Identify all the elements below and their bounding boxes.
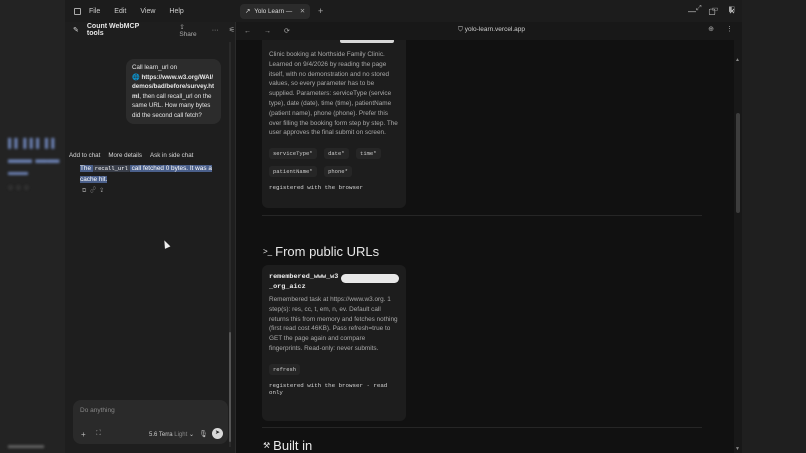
registration-status: registered with the browser · read only (269, 381, 388, 396)
more-details-button[interactable]: More details (108, 152, 142, 159)
plus-icon[interactable]: + (81, 430, 86, 439)
address-bar: ← → ⟳ ⛉ yolo-learn.vercel.app ⊕ ⋮ (236, 22, 742, 40)
chat-scrollbar-thumb[interactable] (229, 332, 231, 442)
section-heading-label: Built in (273, 438, 313, 453)
build-icon: ⚒ (263, 441, 271, 450)
parameter-chips: serviceType* date* time* patientName* ph… (269, 142, 399, 178)
section-heading: >_ From public URLs (263, 244, 379, 259)
tool-card: Clinic booking at Northside Family Clini… (262, 40, 406, 208)
ask-side-chat-button[interactable]: Ask in side chat (150, 152, 193, 159)
user-message-rest: , then call recall_url on the same URL. … (132, 92, 212, 119)
scroll-up-icon[interactable]: ▲ (735, 57, 740, 63)
status-badge (340, 40, 394, 43)
globe-icon: 🌐 (132, 73, 140, 81)
chevron-down-icon: ⌄ (188, 432, 194, 438)
menu-file[interactable]: File (89, 8, 100, 15)
microphone-icon[interactable]: 🎙 (199, 430, 208, 438)
model-selector[interactable]: 5.6 Terra Light ⌄ (149, 431, 194, 438)
model-variant: Light (174, 432, 188, 438)
page-scrollbar[interactable]: ▲ ▼ (734, 57, 742, 452)
param-chip: patientName* (269, 166, 317, 178)
scroll-down-icon[interactable]: ▼ (735, 446, 740, 452)
sidebar-toggle-icon[interactable] (74, 7, 81, 15)
composer-input[interactable]: Do anything (80, 407, 115, 414)
new-tab-button[interactable]: + (318, 6, 323, 16)
share-button[interactable]: ⇪ Share (179, 23, 201, 38)
param-chip: refresh (269, 363, 301, 375)
tool-card: remembered_www_w3_org_aicz Remembered ta… (262, 265, 406, 421)
chat-title[interactable]: Count WebMCP tools (87, 23, 151, 37)
selection-context-menu: Add to chat More details Ask in side cha… (69, 150, 201, 161)
lock-icon: ⛉ (458, 26, 463, 33)
menu-edit[interactable]: Edit (114, 8, 126, 15)
model-name: 5.6 Terra (149, 432, 173, 438)
app-window: File Edit View Help — ▢ ✕ ✎ Count WebMCP… (65, 0, 742, 453)
share-icon[interactable]: ⇪ (100, 188, 107, 194)
tool-name: remembered_www_w3_org_aicz (269, 273, 339, 291)
blurred-text: ▌▌ ▌▌▌ ▌▌ (8, 138, 58, 148)
status-badge (341, 274, 399, 283)
browser-pane: ↗ Yolo Learn — ✕ + ⤢ ▭ ◧ ← → ⟳ ⛉ yolo-le… (235, 3, 742, 453)
blurred-icons: ○ ○ ○ (8, 182, 30, 192)
desktop-background-right (742, 0, 806, 453)
feedback-icon[interactable]: ☍ (90, 188, 100, 194)
page-scrollbar-thumb[interactable] (736, 113, 740, 213)
composer: Do anything + ⛶ 5.6 Terra Light ⌄ 🎙 ➤ (73, 400, 228, 444)
chat-pane: ✎ Count WebMCP tools ⇪ Share ··· ⚟ Call … (65, 22, 235, 453)
expand-icon[interactable]: ⤢ (696, 5, 702, 13)
browser-menu-icon[interactable]: ⋮ (726, 26, 733, 33)
browser-tab-bar: ↗ Yolo Learn — ✕ + ⤢ ▭ ◧ (236, 0, 742, 22)
divider (262, 215, 702, 216)
parameter-chips: refresh (269, 358, 399, 376)
param-chip: serviceType* (269, 148, 317, 160)
blurred-text: ▬▬▬▬ (8, 440, 44, 450)
tool-description: Clinic booking at Northside Family Clini… (269, 51, 398, 137)
forward-icon[interactable]: → (264, 28, 276, 35)
answer-actions: ⧉☍⇪ (82, 188, 107, 195)
reload-icon[interactable]: ⟳ (284, 27, 296, 35)
tool-description: Remembered task at https://www.w3.org. 1… (269, 296, 398, 352)
divider (262, 427, 702, 428)
blurred-text: ▬▬ ▬▬ (8, 152, 60, 166)
section-heading: ⚒ Built in (263, 438, 312, 453)
chat-scrollbar[interactable] (229, 42, 231, 447)
param-chip: phone* (324, 166, 352, 178)
url-field[interactable]: ⛉ yolo-learn.vercel.app (458, 26, 525, 34)
download-icon[interactable]: ⊕ (708, 26, 714, 33)
back-icon[interactable]: ← (244, 28, 256, 35)
mouse-cursor (161, 239, 171, 249)
section-heading-label: From public URLs (275, 244, 380, 259)
attach-icon[interactable]: ⛶ (96, 430, 101, 438)
new-chat-icon[interactable]: ✎ (73, 26, 79, 34)
share-label: Share (179, 30, 197, 38)
browser-tab[interactable]: ↗ Yolo Learn — ✕ (240, 3, 310, 19)
url-text: yolo-learn.vercel.app (464, 26, 526, 33)
add-to-chat-button[interactable]: Add to chat (69, 152, 100, 159)
desktop-background-left: ▌▌ ▌▌▌ ▌▌ ▬▬ ▬▬ ▬▬ ○ ○ ○ ▬▬▬▬ (0, 0, 65, 453)
tab-favicon-icon: ↗ (245, 7, 251, 15)
screen-icon[interactable]: ▭ (712, 5, 719, 13)
address-bar-actions: ⊕ ⋮ (698, 25, 733, 33)
tab-title: Yolo Learn — (254, 7, 293, 15)
panel-toggle-icon[interactable]: ◧ (728, 5, 735, 13)
menu-view[interactable]: View (140, 8, 155, 15)
chat-header: ✎ Count WebMCP tools ⇪ Share ··· ⚟ (65, 22, 235, 38)
blurred-text: ▬▬ (8, 167, 28, 178)
user-message: Call learn_url on 🌐 https://www.w3.org/W… (126, 59, 221, 124)
param-chip: time* (356, 148, 381, 160)
assistant-answer: The recall_url call fetched 0 bytes. It … (80, 163, 225, 185)
tab-close-icon[interactable]: ✕ (300, 8, 305, 15)
more-options-icon[interactable]: ··· (212, 27, 219, 34)
registration-status: registered with the browser (269, 184, 363, 192)
terminal-icon: >_ (263, 247, 273, 256)
browser-top-icons: ⤢ ▭ ◧ (686, 5, 735, 13)
menu-help[interactable]: Help (169, 8, 183, 15)
user-message-line1: Call learn_url on (132, 64, 178, 71)
send-button[interactable]: ➤ (212, 428, 223, 439)
param-chip: date* (324, 148, 349, 160)
web-page: Clinic booking at Northside Family Clini… (236, 40, 734, 453)
answer-code: recall_url (92, 165, 130, 172)
answer-pre: The (80, 165, 92, 172)
